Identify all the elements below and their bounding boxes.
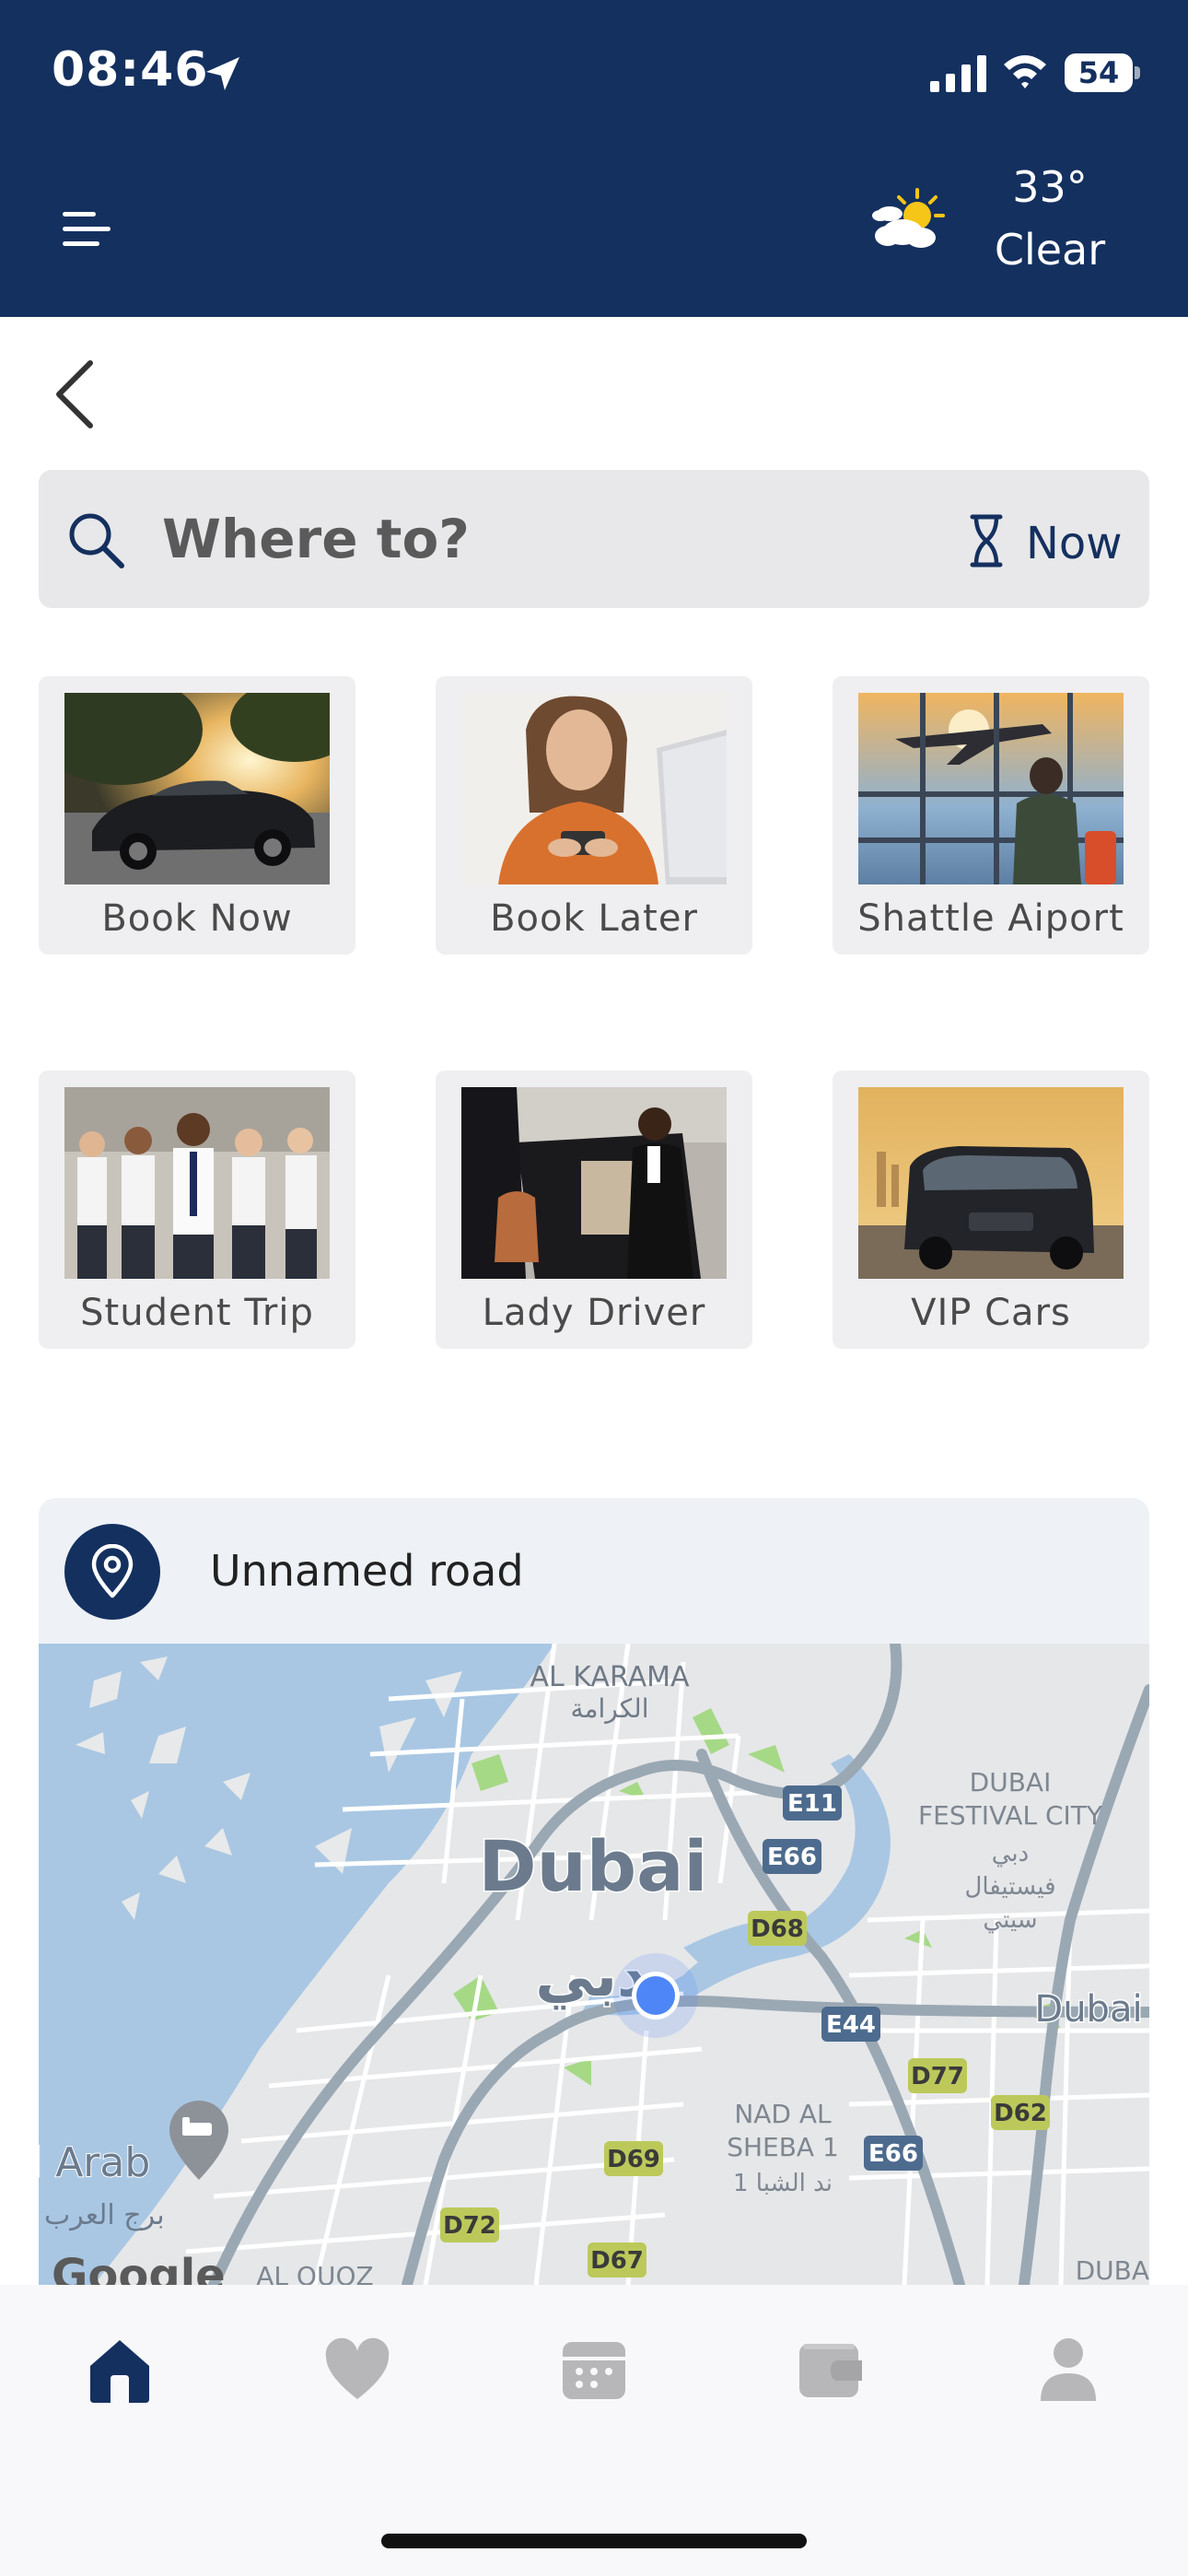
current-location-dot: [613, 1953, 698, 2038]
road-shield: E11: [783, 1786, 842, 1821]
google-logo: Google: [52, 2250, 226, 2285]
battery-level: 54: [1077, 55, 1120, 90]
map-label-festival-1: DUBAI: [970, 1767, 1052, 1797]
map-label-al-arab-ar: برج العرب: [44, 2199, 165, 2231]
service-label: Shattle Aiport: [857, 897, 1124, 940]
service-lady-driver[interactable]: Lady Driver: [436, 1071, 752, 1349]
destination-input[interactable]: [162, 505, 807, 573]
calendar-icon[interactable]: [557, 2333, 631, 2406]
map-label-nad-1: NAD AL: [734, 2099, 832, 2129]
service-label: VIP Cars: [911, 1292, 1071, 1334]
svg-text:E66: E66: [868, 2140, 918, 2168]
svg-text:D62: D62: [994, 2100, 1047, 2127]
map-label-festival-2: FESTIVAL CITY: [918, 1800, 1103, 1831]
service-label: Lady Driver: [482, 1292, 706, 1334]
sports-car-photo: [64, 693, 330, 884]
map-label-al-quoz: AL QUOZ: [256, 2261, 373, 2285]
home-icon[interactable]: [83, 2333, 157, 2406]
svg-text:D69: D69: [607, 2146, 660, 2173]
road-shield: E44: [821, 2007, 880, 2042]
map-label-nad-ar: 1 ند الشبا: [733, 2170, 833, 2197]
status-time: 08:46: [52, 42, 209, 98]
road-shield: D69: [604, 2141, 663, 2176]
svg-text:D68: D68: [751, 1915, 804, 1943]
location-arrow-icon: [206, 57, 239, 90]
lady-driver-photo: [461, 1087, 727, 1279]
road-shield: E66: [763, 1839, 821, 1874]
map-label-dubai: Dubai: [479, 1825, 708, 1907]
wallet-icon[interactable]: [794, 2333, 868, 2406]
destination-search-bar[interactable]: Now: [39, 470, 1149, 608]
service-book-later[interactable]: Book Later: [436, 676, 752, 954]
service-student-trip[interactable]: Student Trip: [39, 1071, 355, 1349]
map-label-al-arab: l Arab: [39, 2139, 150, 2186]
service-vip-cars[interactable]: VIP Cars: [833, 1071, 1149, 1349]
location-pin-button[interactable]: [64, 1524, 160, 1620]
map-label-festival-ar-1: دبي: [992, 1840, 1030, 1868]
svg-text:D77: D77: [911, 2063, 964, 2090]
students-photo: [64, 1087, 330, 1279]
wifi-icon: [1004, 55, 1046, 88]
map-canvas: AL KARAMA الكرامة DUBAI FESTIVAL CITY دب…: [39, 1644, 1149, 2285]
service-book-now[interactable]: Book Now: [39, 676, 355, 954]
map-label-festival-ar-2: فيستيفال: [964, 1873, 1055, 1901]
road-shield: D68: [748, 1911, 807, 1946]
schedule-now-button[interactable]: Now: [923, 503, 1135, 575]
woman-phone-photo: [461, 693, 727, 884]
schedule-now-label: Now: [1026, 518, 1123, 569]
svg-text:D72: D72: [443, 2212, 496, 2240]
hourglass-icon: [970, 514, 1003, 568]
svg-text:D67: D67: [590, 2247, 644, 2275]
service-label: Book Now: [101, 897, 293, 940]
home-indicator: [381, 2534, 807, 2548]
partly-cloudy-icon: [872, 188, 945, 248]
road-shield: D72: [440, 2207, 499, 2242]
map-label-dubai-east: Dubai: [1034, 1988, 1142, 2031]
svg-text:E66: E66: [767, 1844, 817, 1871]
back-button[interactable]: [52, 357, 98, 431]
current-location-card[interactable]: Unnamed road: [39, 1498, 1149, 1645]
weather-condition: Clear: [994, 225, 1106, 275]
search-icon: [69, 513, 124, 568]
svg-text:E44: E44: [826, 2011, 876, 2039]
road-shield: D67: [588, 2242, 646, 2277]
road-shield: E66: [864, 2136, 923, 2171]
profile-icon[interactable]: [1031, 2333, 1105, 2406]
map-label-al-karama-ar: الكرامة: [570, 1693, 648, 1724]
map-label-festival-ar-3: سيتي: [983, 1906, 1037, 1934]
weather-temperature: 33°: [1012, 162, 1088, 212]
current-address: Unnamed road: [210, 1546, 524, 1596]
map-label-dubai-br: DUBA: [1076, 2255, 1149, 2285]
map-label-nad-2: SHEBA 1: [727, 2132, 839, 2162]
bottom-navigation: [0, 2285, 1188, 2576]
road-shield: D62: [991, 2095, 1050, 2130]
map-label-al-karama: AL KARAMA: [530, 1661, 690, 1693]
cellular-signal-icon: [930, 55, 986, 92]
service-label: Book Later: [490, 897, 698, 940]
svg-text:E11: E11: [787, 1790, 837, 1818]
service-shuttle-airport[interactable]: Shattle Aiport: [833, 676, 1149, 954]
menu-button[interactable]: [61, 208, 112, 249]
map-view[interactable]: AL KARAMA الكرامة DUBAI FESTIVAL CITY دب…: [39, 1644, 1149, 2285]
vip-van-photo: [858, 1087, 1124, 1279]
location-pin-icon: [91, 1544, 134, 1598]
service-label: Student Trip: [80, 1292, 314, 1334]
airport-photo: [858, 693, 1124, 884]
battery-indicator: 54: [1065, 53, 1140, 92]
road-shield: D77: [908, 2058, 967, 2093]
heart-icon[interactable]: [320, 2333, 394, 2406]
app-header: 08:46 54 33° Clear: [0, 0, 1188, 317]
